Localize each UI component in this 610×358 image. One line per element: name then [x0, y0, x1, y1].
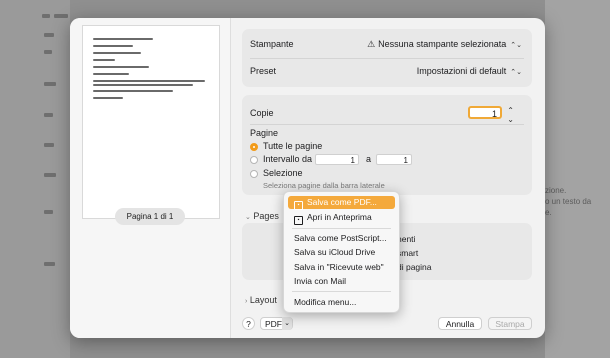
- menu-item-label: Salva come PDF...: [307, 197, 377, 207]
- printer-value: Nessuna stampante selezionata: [378, 39, 507, 49]
- pages-label: Pagine: [250, 128, 279, 138]
- preview-line: [93, 59, 115, 61]
- copies-row: Copie 1 ⌃ ⌄: [250, 102, 522, 124]
- bg-line: [44, 113, 53, 117]
- copies-pages-group: Copie 1 ⌃ ⌄ Pagine Tutte le pagine Interv…: [242, 95, 532, 195]
- bg-line: [44, 262, 55, 266]
- bg-line: [44, 210, 53, 214]
- layout-section-toggle[interactable]: › Layout: [245, 295, 277, 305]
- pages-range-option[interactable]: Intervallo da: [250, 154, 312, 164]
- bg-line: [44, 33, 54, 37]
- preview-pane: Pagina 1 di 1: [70, 18, 231, 338]
- preview-line: [93, 90, 173, 92]
- preview-line: [93, 45, 133, 47]
- range-to-input[interactable]: 1: [376, 154, 412, 165]
- preset-label: Preset: [250, 66, 277, 76]
- menu-item-save-icloud[interactable]: Salva su iCloud Drive: [288, 246, 395, 259]
- cancel-button[interactable]: Annulla: [438, 317, 482, 330]
- bg-line: [42, 14, 50, 18]
- pdf-button-label: PDF: [265, 319, 282, 329]
- pages-section-label: Pages: [253, 211, 279, 221]
- printer-select[interactable]: ⚠ Nessuna stampante selezionata ⌃⌄: [367, 39, 522, 50]
- bg-line: [44, 82, 56, 86]
- pages-selection-label: Selezione: [263, 168, 303, 178]
- preview-line: [93, 38, 153, 40]
- copies-input[interactable]: 1: [468, 106, 502, 119]
- menu-divider: [292, 291, 391, 292]
- bg-text: e.: [545, 208, 552, 217]
- bg-text: zione.: [545, 186, 567, 195]
- background-window-left: [0, 0, 70, 358]
- chevron-updown-icon: ⌃⌄: [510, 69, 522, 76]
- chevron-down-icon: ⌄: [245, 214, 251, 221]
- preview-line: [93, 80, 205, 82]
- copies-stepper[interactable]: ⌃ ⌄: [507, 106, 514, 124]
- menu-item-save-postscript[interactable]: Salva come PostScript...: [288, 232, 395, 245]
- menu-item-label: Apri in Anteprima: [307, 212, 372, 222]
- menu-item-send-mail[interactable]: Invia con Mail: [288, 275, 395, 288]
- preview-line: [93, 97, 123, 99]
- radio-icon: [250, 155, 258, 164]
- page-count-badge: Pagina 1 di 1: [115, 208, 185, 225]
- pages-section-toggle[interactable]: ⌄ Pages: [245, 211, 279, 221]
- background-window-right: zione. o un testo da e.: [545, 0, 610, 358]
- menu-item-open-preview[interactable]: ▪ Apri in Anteprima: [288, 211, 395, 225]
- pages-all-label: Tutte le pagine: [263, 141, 323, 151]
- bg-line: [44, 143, 54, 147]
- preset-row: Preset Impostazioni di default ⌃⌄: [250, 66, 522, 76]
- bg-text: o un testo da: [545, 197, 592, 206]
- printer-row: Stampante ⚠ Nessuna stampante selezionata…: [250, 39, 522, 49]
- pages-all-option[interactable]: Tutte le pagine: [250, 141, 322, 151]
- pdf-dropdown-menu: ▪ Salva come PDF... ▪ Apri in Anteprima Sa…: [283, 191, 400, 313]
- bg-line: [54, 14, 68, 18]
- chevron-down-icon: ⌄: [282, 317, 292, 330]
- hidden-option: di pagina: [397, 262, 432, 272]
- bg-line: [44, 50, 52, 54]
- preview-line: [93, 84, 193, 86]
- page-preview[interactable]: [82, 25, 220, 219]
- selection-hint: Seleziona pagine dalla barra laterale: [263, 181, 385, 190]
- preview-line: [93, 73, 129, 75]
- preview-line: [93, 66, 149, 68]
- hidden-option: smart: [397, 248, 419, 258]
- help-button[interactable]: ?: [242, 317, 255, 330]
- pages-selection-option[interactable]: Selezione: [250, 168, 303, 178]
- menu-divider: [292, 228, 391, 229]
- printer-settings-group: Stampante ⚠ Nessuna stampante selezionata…: [242, 29, 532, 87]
- copies-label: Copie: [250, 108, 274, 118]
- chevron-right-icon: ›: [245, 298, 248, 305]
- range-to-label: a: [366, 154, 372, 164]
- pages-range-label: Intervallo da: [263, 154, 313, 164]
- range-from-input[interactable]: 1: [315, 154, 359, 165]
- warning-icon: ⚠: [367, 39, 376, 49]
- pdf-icon: ▪: [294, 201, 303, 210]
- radio-selected-icon: [250, 142, 258, 151]
- preset-select[interactable]: Impostazioni di default ⌃⌄: [417, 66, 522, 76]
- preview-icon: ▪: [294, 216, 303, 225]
- menu-item-save-pdf[interactable]: ▪ Salva come PDF...: [288, 196, 395, 210]
- menu-item-edit-menu[interactable]: Modifica menu...: [288, 296, 395, 309]
- bg-line: [44, 173, 56, 177]
- chevron-updown-icon: ⌃⌄: [510, 42, 522, 49]
- printer-label: Stampante: [250, 39, 294, 49]
- layout-section-label: Layout: [249, 295, 277, 305]
- radio-icon: [250, 169, 258, 178]
- divider: [250, 58, 524, 59]
- pdf-menu-button[interactable]: PDF ⌄: [260, 317, 293, 330]
- print-button[interactable]: Stampa: [488, 317, 532, 330]
- divider: [250, 124, 524, 125]
- preset-value: Impostazioni di default: [416, 66, 507, 76]
- menu-item-save-web-receipts[interactable]: Salva in "Ricevute web": [288, 261, 395, 274]
- preview-line: [93, 52, 141, 54]
